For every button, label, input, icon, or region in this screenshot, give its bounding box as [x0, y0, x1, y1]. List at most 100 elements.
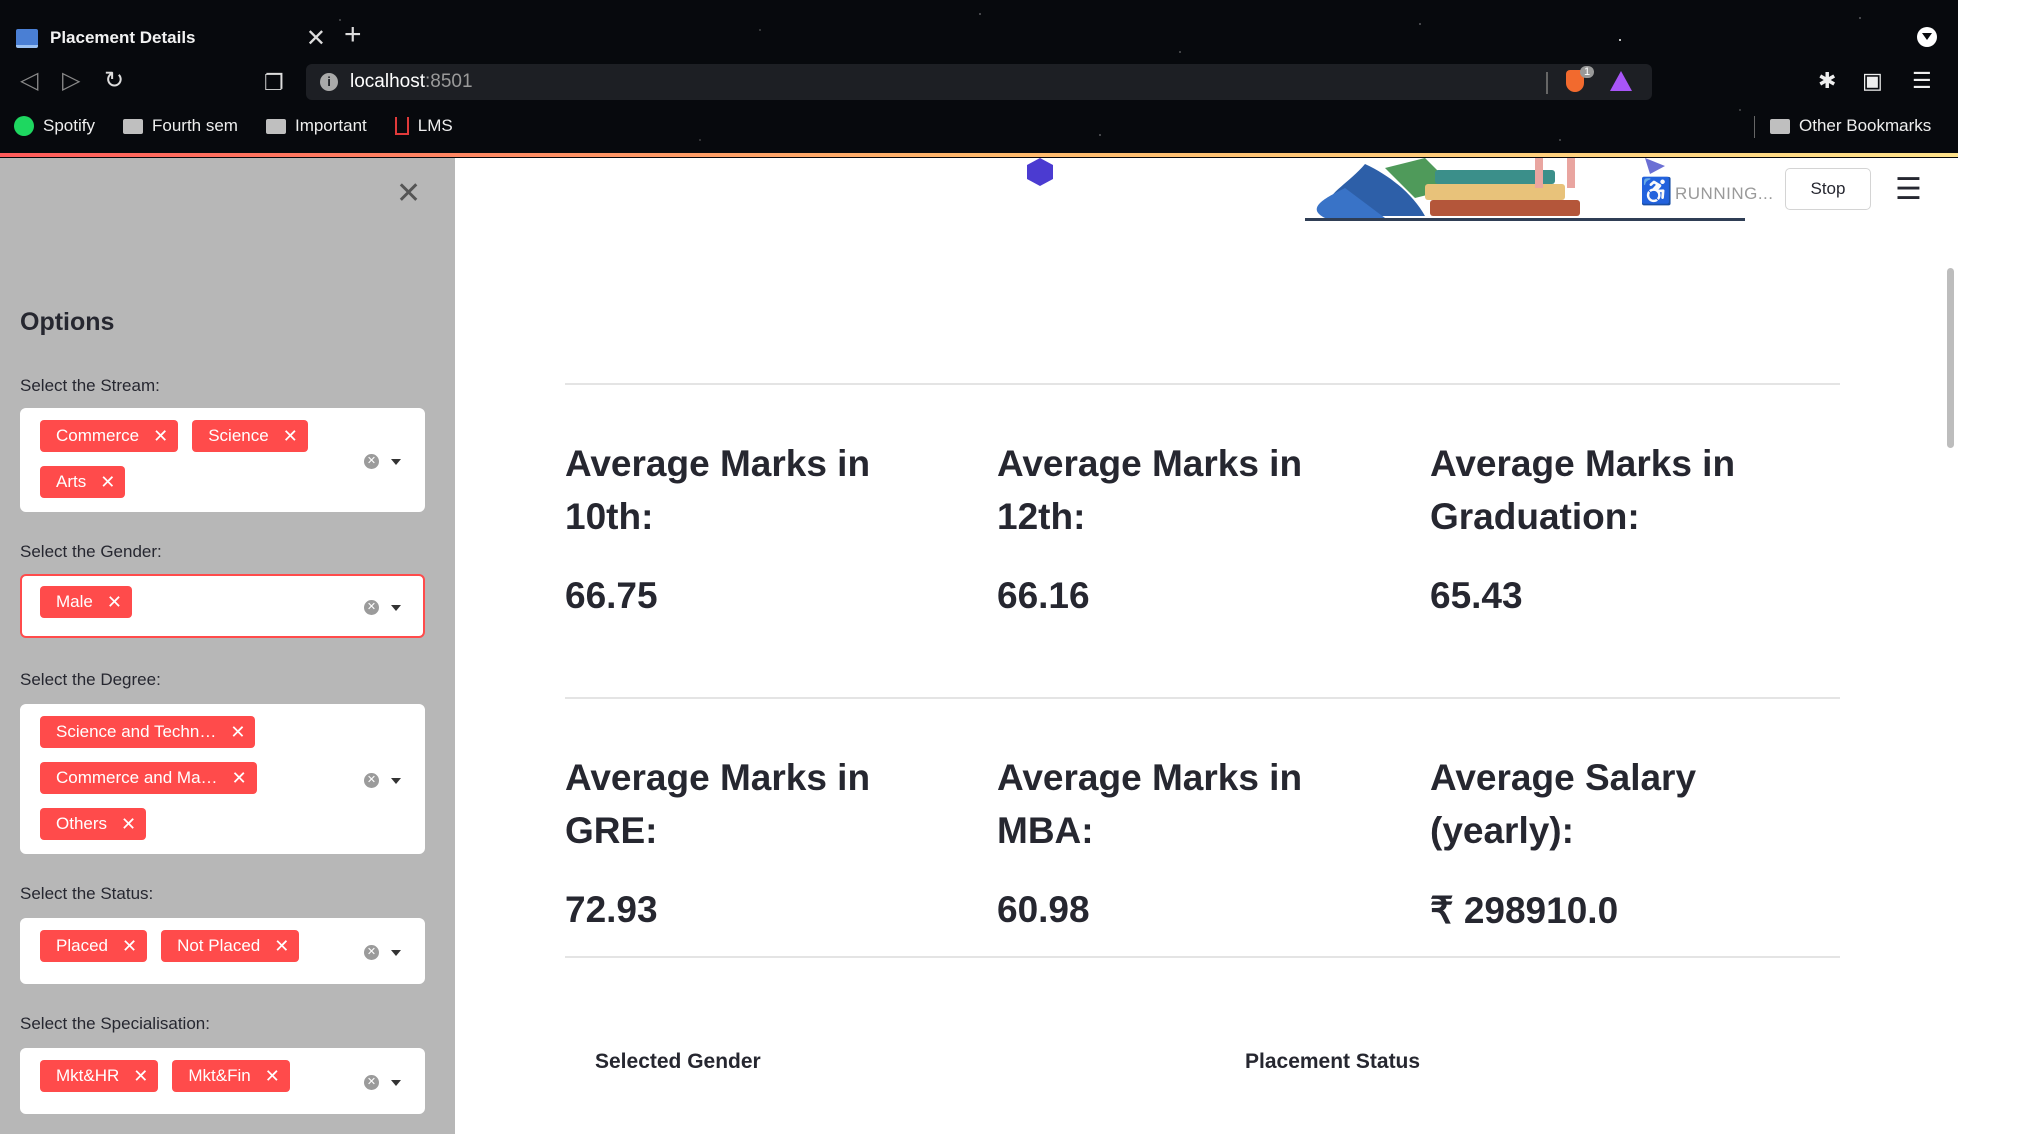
- gender-multiselect[interactable]: Male ✕ ✕: [20, 574, 425, 638]
- hexagon-decoration: [1027, 158, 1053, 186]
- tag-not-placed: Not Placed ✕: [161, 930, 300, 962]
- hamburger-menu-icon[interactable]: ☰: [1895, 172, 1922, 207]
- bookmark-label: Spotify: [43, 116, 95, 135]
- folder-icon: [1770, 118, 1790, 134]
- tag-science: Science ✕: [192, 420, 308, 452]
- spotify-icon: [14, 116, 34, 136]
- degree-label: Select the Degree:: [20, 670, 161, 689]
- clear-all-icon[interactable]: ✕: [364, 773, 379, 788]
- profile-menu-icon[interactable]: [1917, 27, 1937, 47]
- clear-all-icon[interactable]: ✕: [364, 1075, 379, 1090]
- remove-tag-icon[interactable]: ✕: [230, 722, 245, 743]
- chevron-down-icon[interactable]: [391, 459, 401, 465]
- specialisation-multiselect[interactable]: Mkt&HR ✕ Mkt&Fin ✕ ✕: [20, 1048, 425, 1114]
- tag-others: Others ✕: [40, 808, 147, 840]
- info-icon[interactable]: i: [320, 73, 338, 91]
- clear-all-icon[interactable]: ✕: [364, 454, 379, 469]
- clear-all-icon[interactable]: ✕: [364, 600, 379, 615]
- browser-tab[interactable]: Placement Details ✕: [6, 10, 336, 66]
- degree-multiselect[interactable]: Science and Techn… ✕ Commerce and Ma… ✕ Ot…: [20, 704, 425, 854]
- bookmark-fourth-sem[interactable]: Fourth sem: [122, 116, 238, 136]
- close-icon[interactable]: ✕: [306, 24, 336, 53]
- tab-title: Placement Details: [50, 28, 196, 47]
- remove-tag-icon[interactable]: ✕: [283, 426, 298, 447]
- folder-icon: [265, 118, 286, 134]
- tag-placed: Placed ✕: [40, 930, 148, 962]
- bookmark-spotify[interactable]: Spotify: [14, 116, 95, 136]
- tag-commerce: Commerce ✕: [40, 420, 179, 452]
- tag-label: Science and Techn…: [56, 722, 217, 741]
- bookmark-important[interactable]: Important: [265, 116, 367, 136]
- gender-label: Select the Gender:: [20, 542, 162, 561]
- shield-count-badge: 1: [1580, 66, 1595, 78]
- bookmark-lms[interactable]: LMS: [394, 116, 453, 136]
- chevron-down-icon[interactable]: [391, 778, 401, 784]
- other-bookmarks-label: Other Bookmarks: [1799, 116, 1932, 135]
- tag-label: Male: [56, 592, 93, 611]
- chevron-down-icon[interactable]: [391, 950, 401, 956]
- scrollbar[interactable]: [1947, 268, 1954, 448]
- remove-tag-icon[interactable]: ✕: [153, 426, 168, 447]
- browser-chrome: Placement Details ✕ + ◁ ▷ ↻ ❐ i localhos…: [0, 0, 1958, 158]
- running-man-icon: ♿: [1640, 176, 1673, 206]
- clear-all-icon[interactable]: ✕: [364, 945, 379, 960]
- bookmark-icon[interactable]: ❐: [264, 70, 284, 96]
- metric-mba: Average Marks in MBA: 60.98: [997, 751, 1397, 931]
- tag-label: Others: [56, 814, 108, 833]
- running-indicator-bar: [0, 153, 1958, 157]
- laptop-icon: [16, 28, 38, 48]
- divider: [1546, 72, 1548, 94]
- tag-mkt-hr: Mkt&HR ✕: [40, 1060, 159, 1092]
- metric-10th: Average Marks in 10th: 66.75: [565, 437, 965, 617]
- tag-label: Placed: [56, 936, 108, 955]
- metric-label: Average Marks in Graduation:: [1430, 443, 1736, 537]
- sidebar-heading: Options: [20, 308, 115, 336]
- url-host: localhost: [350, 71, 425, 92]
- stream-multiselect[interactable]: Commerce ✕ Science ✕ Arts ✕ ✕: [20, 408, 425, 512]
- metric-label: Average Marks in 10th:: [565, 443, 871, 537]
- stream-label: Select the Stream:: [20, 376, 160, 395]
- brave-rewards-icon[interactable]: [1610, 71, 1632, 91]
- running-status: RUNNING...: [1675, 184, 1774, 203]
- metric-label: Average Marks in MBA:: [997, 757, 1303, 851]
- tag-label: Commerce: [56, 426, 140, 445]
- tag-male: Male ✕: [40, 586, 132, 618]
- other-bookmarks[interactable]: Other Bookmarks: [1753, 116, 1932, 138]
- metric-label: Average Marks in GRE:: [565, 757, 871, 851]
- tag-label: Mkt&Fin: [188, 1066, 251, 1085]
- remove-tag-icon[interactable]: ✕: [122, 936, 137, 957]
- remove-tag-icon[interactable]: ✕: [232, 768, 247, 789]
- stop-button[interactable]: Stop: [1785, 168, 1871, 210]
- status-multiselect[interactable]: Placed ✕ Not Placed ✕ ✕: [20, 918, 425, 984]
- remove-tag-icon[interactable]: ✕: [121, 814, 136, 835]
- divider: [565, 956, 1840, 958]
- metric-label: Average Salary (yearly):: [1430, 757, 1697, 851]
- remove-tag-icon[interactable]: ✕: [107, 592, 122, 613]
- puzzle-icon[interactable]: ✱: [1818, 68, 1836, 94]
- tag-label: Commerce and Ma…: [56, 768, 218, 787]
- metric-value: ₹ 298910.0: [1430, 890, 1619, 931]
- remove-tag-icon[interactable]: ✕: [133, 1066, 148, 1087]
- menu-icon[interactable]: ☰: [1912, 68, 1932, 94]
- address-bar[interactable]: i localhost:8501 1: [306, 64, 1652, 100]
- chevron-down-icon[interactable]: [391, 1080, 401, 1086]
- lms-icon: [394, 117, 409, 135]
- bookmark-label: LMS: [417, 116, 453, 135]
- url-port: :8501: [425, 71, 473, 92]
- reload-icon[interactable]: ↻: [104, 66, 124, 95]
- tag-commerce-and-management: Commerce and Ma… ✕: [40, 762, 257, 794]
- chevron-down-icon[interactable]: [391, 605, 401, 611]
- close-icon[interactable]: ✕: [396, 176, 421, 211]
- tag-label: Not Placed: [177, 936, 261, 955]
- metric-value: 72.93: [565, 889, 658, 930]
- remove-tag-icon[interactable]: ✕: [100, 472, 115, 493]
- metric-12th: Average Marks in 12th: 66.16: [997, 437, 1397, 617]
- remove-tag-icon[interactable]: ✕: [274, 936, 289, 957]
- folder-icon: [122, 118, 143, 134]
- back-arrow-icon[interactable]: ◁: [20, 66, 38, 95]
- forward-arrow-icon[interactable]: ▷: [62, 66, 80, 95]
- metric-value: 65.43: [1430, 575, 1523, 616]
- wallet-icon[interactable]: ▣: [1862, 68, 1883, 94]
- remove-tag-icon[interactable]: ✕: [265, 1066, 280, 1087]
- plus-icon[interactable]: +: [344, 18, 362, 52]
